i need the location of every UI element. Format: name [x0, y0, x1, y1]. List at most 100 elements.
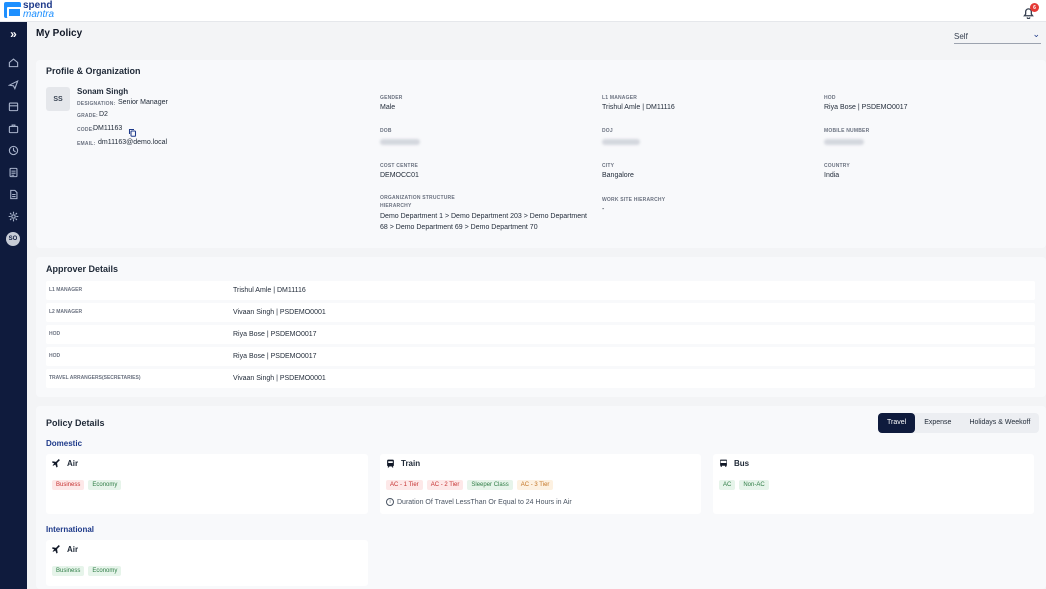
policy-tabs: Travel Expense Holidays & Weekoff	[878, 413, 1040, 433]
spendmantra-logo[interactable]: spend mantra	[4, 1, 55, 20]
wallet-logo-icon	[4, 2, 22, 18]
class-chip: Business	[52, 566, 85, 576]
note-text: Duration Of Travel LessThan Or Equal to …	[397, 498, 572, 506]
approver-row: HOD Riya Bose | PSDEMO0017	[46, 347, 1035, 366]
notification-count-badge: 6	[1030, 3, 1039, 12]
designation-value: Senior Manager	[118, 99, 168, 106]
approver-value: Vivaan Singh | PSDEMO0001	[233, 309, 326, 316]
user-avatar[interactable]: SO	[6, 232, 20, 246]
cost-centre-label: COST CENTRE	[380, 163, 419, 169]
designation-label: DESIGNATION:	[77, 101, 116, 107]
approver-row: TRAVEL ARRANGERS(SECRETARIES) Vivaan Sin…	[46, 369, 1035, 388]
worksite-label: WORK SITE HIERARCHY	[602, 197, 666, 203]
email-label: EMAIL:	[77, 141, 96, 147]
logo-text-line2: mantra	[23, 9, 55, 20]
profile-avatar: SS	[46, 87, 70, 111]
history-icon[interactable]	[6, 143, 21, 158]
approver-row: L2 MANAGER Vivaan Singh | PSDEMO0001	[46, 303, 1035, 322]
class-chip: Non-AC	[739, 480, 769, 490]
dob-label: DOB	[380, 128, 392, 134]
approver-row: HOD Riya Bose | PSDEMO0017	[46, 325, 1035, 344]
approver-section-title: Approver Details	[46, 264, 119, 274]
expand-sidebar-icon[interactable]: »	[6, 27, 21, 41]
policy-for-select[interactable]: Self ⌄	[954, 28, 1041, 44]
class-chip: AC - 3 Tier	[516, 480, 554, 490]
mobile-label: MOBILE NUMBER	[824, 128, 870, 134]
mobile-redacted	[824, 139, 864, 145]
dob-redacted	[380, 139, 420, 145]
domestic-bus-card: Bus AC Non-AC	[713, 454, 1034, 514]
gender-label: GENDER	[380, 95, 403, 101]
top-bar: spend mantra 6	[0, 0, 1046, 22]
approver-role: HOD	[49, 331, 61, 337]
worksite-value: -	[602, 206, 605, 213]
flight-icon[interactable]	[6, 77, 21, 92]
select-value: Self	[954, 32, 968, 41]
international-label: International	[46, 525, 95, 534]
copy-icon[interactable]	[128, 124, 137, 137]
domestic-label: Domestic	[46, 439, 83, 448]
approver-value: Riya Bose | PSDEMO0017	[233, 331, 317, 338]
country-value: India	[824, 172, 840, 179]
bus-icon	[720, 459, 727, 467]
approver-role: L1 MANAGER	[49, 287, 83, 293]
hod-value: Riya Bose | PSDEMO0017	[824, 104, 908, 111]
l1-manager-value: Trishul Amle | DM11116	[602, 104, 675, 111]
mode-title: Bus	[734, 459, 750, 468]
airplane-icon	[52, 545, 60, 554]
sidebar: » SO	[0, 22, 27, 589]
class-chip: Economy	[88, 566, 122, 576]
approver-value: Trishul Amle | DM11116	[233, 287, 306, 294]
org-structure-label: ORGANIZATION STRUCTURE	[380, 195, 455, 201]
approver-role: TRAVEL ARRANGERS(SECRETARIES)	[49, 375, 141, 381]
info-icon: i	[386, 498, 394, 506]
code-label: CODE:	[77, 127, 95, 133]
org-hierarchy-line1: Demo Department 1 > Demo Department 203 …	[380, 213, 587, 220]
city-value: Bangalore	[602, 172, 634, 179]
class-chip: AC	[719, 480, 736, 490]
class-chip: AC - 2 Tier	[426, 480, 464, 490]
approver-role: HOD	[49, 353, 61, 359]
org-hierarchy-line2: 68 > Demo Department 69 > Demo Departmen…	[380, 224, 538, 231]
international-air-card: Air Business Economy	[46, 540, 368, 586]
train-duration-note: i Duration Of Travel LessThan Or Equal t…	[386, 498, 572, 506]
airplane-icon	[52, 459, 60, 468]
profile-section-title: Profile & Organization	[46, 66, 141, 76]
mode-title: Air	[67, 545, 79, 554]
grade-label: GRADE:	[77, 113, 98, 119]
chevron-down-icon: ⌄	[1032, 29, 1040, 39]
approver-row: L1 MANAGER Trishul Amle | DM11116	[46, 281, 1035, 300]
class-chip: Economy	[88, 480, 122, 490]
domestic-train-card: Train AC - 1 Tier AC - 2 Tier Sleeper Cl…	[380, 454, 701, 514]
calendar-icon[interactable]	[6, 99, 21, 114]
settings-icon[interactable]	[6, 209, 21, 224]
approver-role: L2 MANAGER	[49, 309, 83, 315]
l1-manager-label: L1 MANAGER	[602, 95, 638, 101]
page-title: My Policy	[36, 28, 83, 39]
code-value: DM11163	[93, 125, 123, 132]
report-icon[interactable]	[6, 187, 21, 202]
tab-travel[interactable]: Travel	[878, 413, 916, 433]
mode-title: Air	[67, 459, 79, 468]
city-label: CITY	[602, 163, 615, 169]
grade-value: D2	[99, 111, 108, 118]
notification-bell-button[interactable]: 6	[1022, 3, 1039, 20]
email-value: dm11163@demo.local	[98, 139, 168, 146]
org-hierarchy-label: HIERARCHY	[380, 203, 412, 209]
policy-section-title: Policy Details	[46, 418, 105, 428]
domestic-air-card: Air Business Economy	[46, 454, 368, 514]
tab-expense[interactable]: Expense	[915, 413, 960, 433]
class-chip: Sleeper Class	[467, 480, 513, 490]
checklist-icon[interactable]	[6, 165, 21, 180]
approver-value: Vivaan Singh | PSDEMO0001	[233, 375, 326, 382]
home-icon[interactable]	[6, 55, 21, 70]
briefcase-icon[interactable]	[6, 121, 21, 136]
class-chip: AC - 1 Tier	[386, 480, 423, 490]
train-icon	[387, 459, 394, 468]
approver-value: Riya Bose | PSDEMO0017	[233, 353, 317, 360]
cost-centre-value: DEMOCC01	[380, 172, 419, 179]
doj-redacted	[602, 139, 640, 145]
tab-holidays-weekoff[interactable]: Holidays & Weekoff	[960, 413, 1039, 433]
profile-name: Sonam Singh	[77, 87, 129, 96]
hod-label: HOD	[824, 95, 836, 101]
